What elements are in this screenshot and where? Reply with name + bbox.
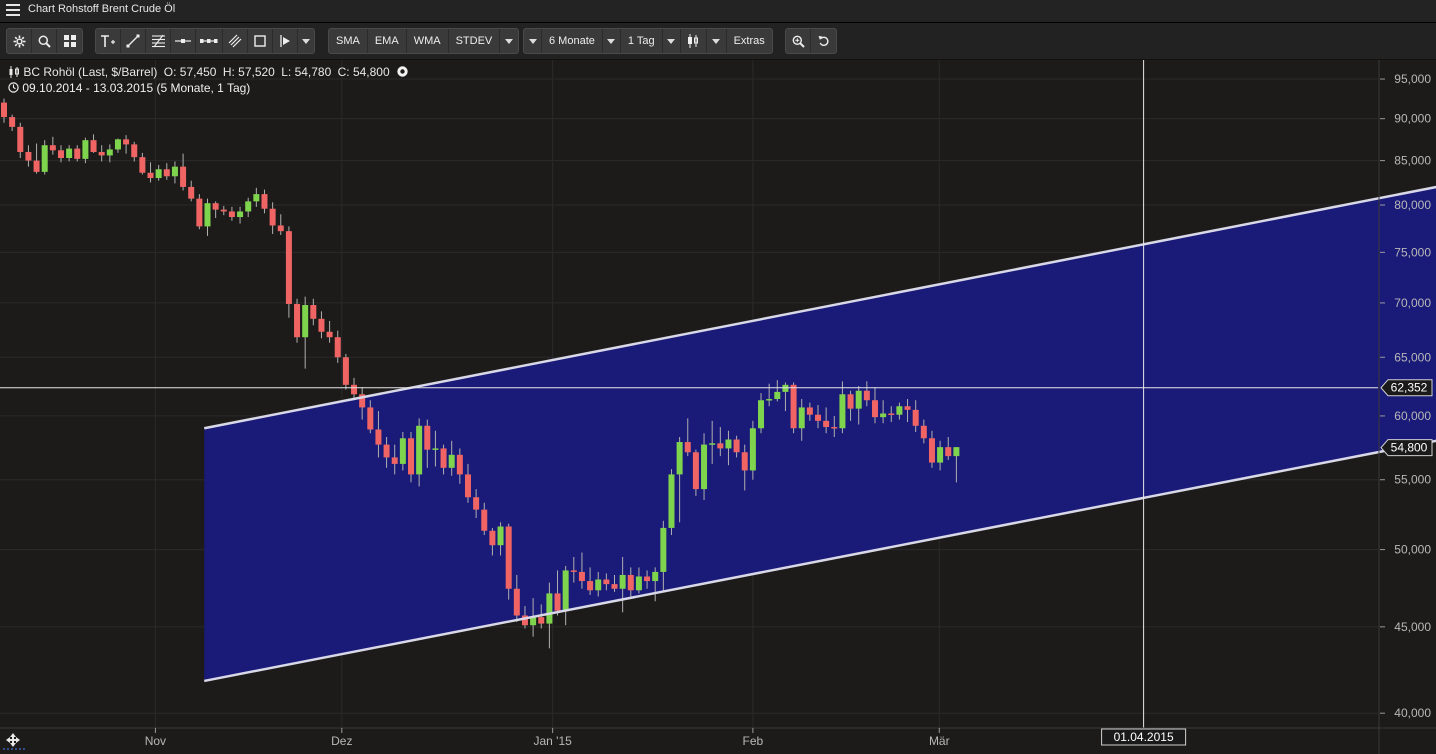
crosshair-date-label: 01.04.2015 [1102, 729, 1186, 745]
y-tick-label: 50,000 [1394, 543, 1431, 557]
candle [123, 135, 129, 154]
low-value: 54,780 [295, 65, 332, 79]
candle [318, 311, 324, 338]
candle [196, 194, 202, 229]
y-tick-label: 75,000 [1394, 245, 1431, 259]
candle [563, 566, 569, 625]
candle [82, 138, 88, 164]
x-tick-label: Nov [145, 734, 166, 748]
last-price-text: 54,800 [1391, 441, 1428, 455]
candle [17, 123, 23, 158]
crosshair-price-label: 62,352 [1381, 380, 1432, 396]
candle [237, 207, 243, 224]
candle [9, 115, 15, 131]
high-label: H: [223, 65, 235, 79]
x-tick-label: Feb [743, 734, 764, 748]
x-tick-label: Mär [929, 734, 950, 748]
candle [172, 161, 178, 183]
candle [25, 145, 31, 166]
candle [148, 162, 154, 182]
candle [294, 299, 300, 343]
y-tick-label: 90,000 [1394, 112, 1431, 126]
candle [74, 145, 80, 161]
candle [351, 378, 357, 400]
candle [245, 198, 251, 217]
y-tick-label: 65,000 [1394, 350, 1431, 364]
y-tick-label: 40,000 [1394, 706, 1431, 720]
candle [302, 297, 308, 369]
y-tick-label: 55,000 [1394, 473, 1431, 487]
candle [791, 382, 797, 433]
candle [156, 165, 162, 181]
candle [343, 354, 349, 390]
close-value: 54,800 [353, 65, 390, 79]
instrument-options-icon[interactable] [397, 66, 408, 77]
y-tick-label: 60,000 [1394, 409, 1431, 423]
last-price-label: 54,800 [1381, 440, 1432, 456]
open-label: O: [164, 65, 177, 79]
candle [229, 207, 235, 221]
high-value: 57,520 [238, 65, 275, 79]
candle [58, 145, 64, 162]
candle [139, 153, 145, 175]
x-tick-label: Dez [331, 734, 352, 748]
candle [327, 321, 333, 343]
date-range-text: 09.10.2014 - 13.03.2015 (5 Monate, 1 Tag… [22, 81, 250, 95]
candle [50, 137, 56, 155]
candle [668, 469, 674, 535]
date-range-info: 09.10.2014 - 13.03.2015 (5 Monate, 1 Tag… [8, 80, 250, 95]
y-tick-label: 85,000 [1394, 154, 1431, 168]
x-tick-label: Jan '15 [533, 734, 572, 748]
instrument-name: BC Rohöl (Last, $/Barrel) [23, 65, 157, 79]
chart-watermark-dots [3, 748, 25, 750]
candle [91, 134, 97, 153]
candle [99, 145, 105, 161]
candle [261, 190, 267, 214]
y-tick-label: 80,000 [1394, 198, 1431, 212]
candle [221, 206, 227, 215]
candle [34, 144, 40, 174]
crosshair-date-text: 01.04.2015 [1114, 730, 1174, 744]
candle [164, 163, 170, 180]
y-tick-label: 95,000 [1394, 72, 1431, 86]
candle [42, 140, 48, 174]
candle [205, 199, 211, 236]
candle [253, 188, 259, 207]
candle [115, 138, 121, 152]
y-tick-label: 45,000 [1394, 620, 1431, 634]
candle [180, 154, 186, 191]
candle [286, 226, 292, 317]
candle [506, 524, 512, 600]
candle [131, 142, 137, 162]
open-value: 57,450 [180, 65, 217, 79]
low-label: L: [281, 65, 291, 79]
crosshair-price-text: 62,352 [1391, 381, 1428, 395]
instrument-info: BC Rohöl (Last, $/Barrel) O: 57,450 H: 5… [8, 64, 408, 79]
close-label: C: [338, 65, 350, 79]
candle [107, 144, 113, 162]
y-tick-label: 70,000 [1394, 296, 1431, 310]
clock-icon [8, 82, 19, 93]
candle [270, 202, 276, 234]
candlestick-small-icon [8, 66, 20, 78]
x-axis: Nov Dez Jan '15 Feb Mär [145, 728, 950, 748]
candle [213, 201, 219, 218]
candle [278, 214, 284, 235]
candle [335, 331, 341, 363]
candle [693, 450, 699, 496]
price-chart[interactable]: 40,000 45,000 50,000 55,000 60,000 65,000 70,0… [0, 0, 1436, 754]
candle [188, 181, 194, 202]
candle [66, 145, 72, 161]
channel-fill [204, 187, 1436, 681]
move-cursor-icon[interactable] [6, 733, 20, 747]
